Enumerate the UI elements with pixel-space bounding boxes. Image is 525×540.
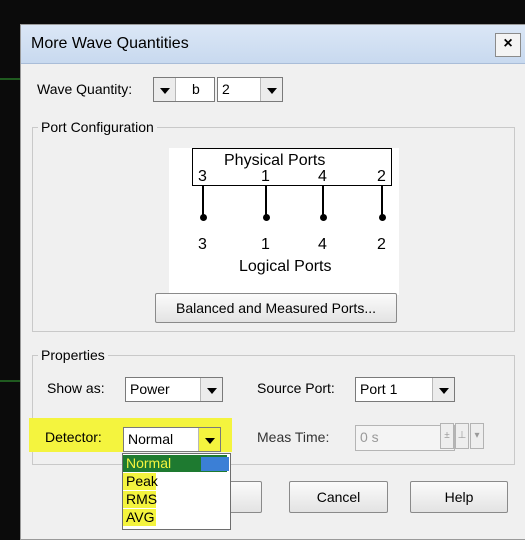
physical-ports-label: Physical Ports bbox=[224, 152, 326, 169]
port-connector-dot bbox=[320, 214, 327, 221]
show-as-value: Power bbox=[130, 381, 170, 397]
chevron-down-icon[interactable] bbox=[154, 78, 176, 101]
port-mapping-diagram: Physical Ports 3 1 4 2 3 1 4 2 Logical P… bbox=[169, 148, 399, 295]
detector-option-rms[interactable]: RMS bbox=[123, 491, 157, 508]
balanced-measured-ports-button[interactable]: Balanced and Measured Ports... bbox=[155, 293, 397, 323]
meas-time-dropdown-button[interactable]: ▾ bbox=[470, 423, 484, 449]
cancel-button[interactable]: Cancel bbox=[289, 481, 388, 513]
wave-quantity-number-value: 2 bbox=[222, 81, 230, 97]
selection-accent bbox=[201, 457, 229, 471]
wave-quantity-number-select[interactable]: 2 bbox=[217, 77, 283, 102]
close-button[interactable]: × bbox=[495, 33, 521, 57]
help-button[interactable]: Help bbox=[410, 481, 508, 513]
detector-option-peak[interactable]: Peak bbox=[123, 473, 158, 490]
background-grid-line bbox=[0, 78, 22, 80]
properties-title: Properties bbox=[38, 347, 108, 363]
chevron-down-icon[interactable] bbox=[432, 378, 454, 401]
wave-quantity-letter-value: b bbox=[192, 81, 200, 97]
chevron-down-icon[interactable] bbox=[198, 428, 220, 451]
source-port-select[interactable]: Port 1 bbox=[355, 377, 455, 402]
source-port-value: Port 1 bbox=[360, 381, 398, 397]
port-connector-dot bbox=[379, 214, 386, 221]
logical-port-number: 2 bbox=[377, 236, 386, 253]
logical-port-number: 4 bbox=[318, 236, 327, 253]
logical-port-number: 1 bbox=[261, 236, 270, 253]
meas-time-spin-up-down[interactable]: ± bbox=[440, 423, 454, 449]
meas-time-step-button[interactable]: ⊥ bbox=[455, 423, 469, 449]
more-wave-quantities-dialog: More Wave Quantities × Wave Quantity: b … bbox=[20, 24, 525, 540]
detector-label: Detector: bbox=[45, 429, 102, 445]
background-grid-line bbox=[0, 380, 22, 382]
logical-ports-label: Logical Ports bbox=[239, 258, 332, 275]
physical-port-number: 4 bbox=[318, 168, 327, 185]
physical-port-number: 3 bbox=[198, 168, 207, 185]
chevron-down-icon[interactable] bbox=[200, 378, 222, 401]
physical-port-number: 1 bbox=[261, 168, 270, 185]
meas-time-label: Meas Time: bbox=[257, 429, 330, 445]
port-connector-dot bbox=[200, 214, 207, 221]
title-bar: More Wave Quantities × bbox=[21, 25, 525, 64]
show-as-select[interactable]: Power bbox=[125, 377, 223, 402]
wave-quantity-letter-select[interactable]: b bbox=[153, 77, 215, 102]
meas-time-value: 0 s bbox=[360, 429, 379, 445]
detector-dropdown-list[interactable]: Normal Peak RMS AVG bbox=[122, 453, 231, 530]
detector-option-avg[interactable]: AVG bbox=[123, 509, 156, 526]
port-connector-dot bbox=[263, 214, 270, 221]
wave-quantity-label: Wave Quantity: bbox=[37, 81, 133, 97]
detector-select[interactable]: Normal bbox=[123, 427, 221, 452]
detector-value: Normal bbox=[128, 431, 174, 447]
dialog-title: More Wave Quantities bbox=[31, 35, 189, 52]
show-as-label: Show as: bbox=[47, 380, 105, 396]
port-configuration-title: Port Configuration bbox=[38, 119, 157, 135]
physical-port-number: 2 bbox=[377, 168, 386, 185]
logical-port-number: 3 bbox=[198, 236, 207, 253]
chevron-down-icon[interactable] bbox=[260, 78, 282, 101]
source-port-label: Source Port: bbox=[257, 380, 335, 396]
ok-button-partial[interactable] bbox=[226, 481, 262, 513]
